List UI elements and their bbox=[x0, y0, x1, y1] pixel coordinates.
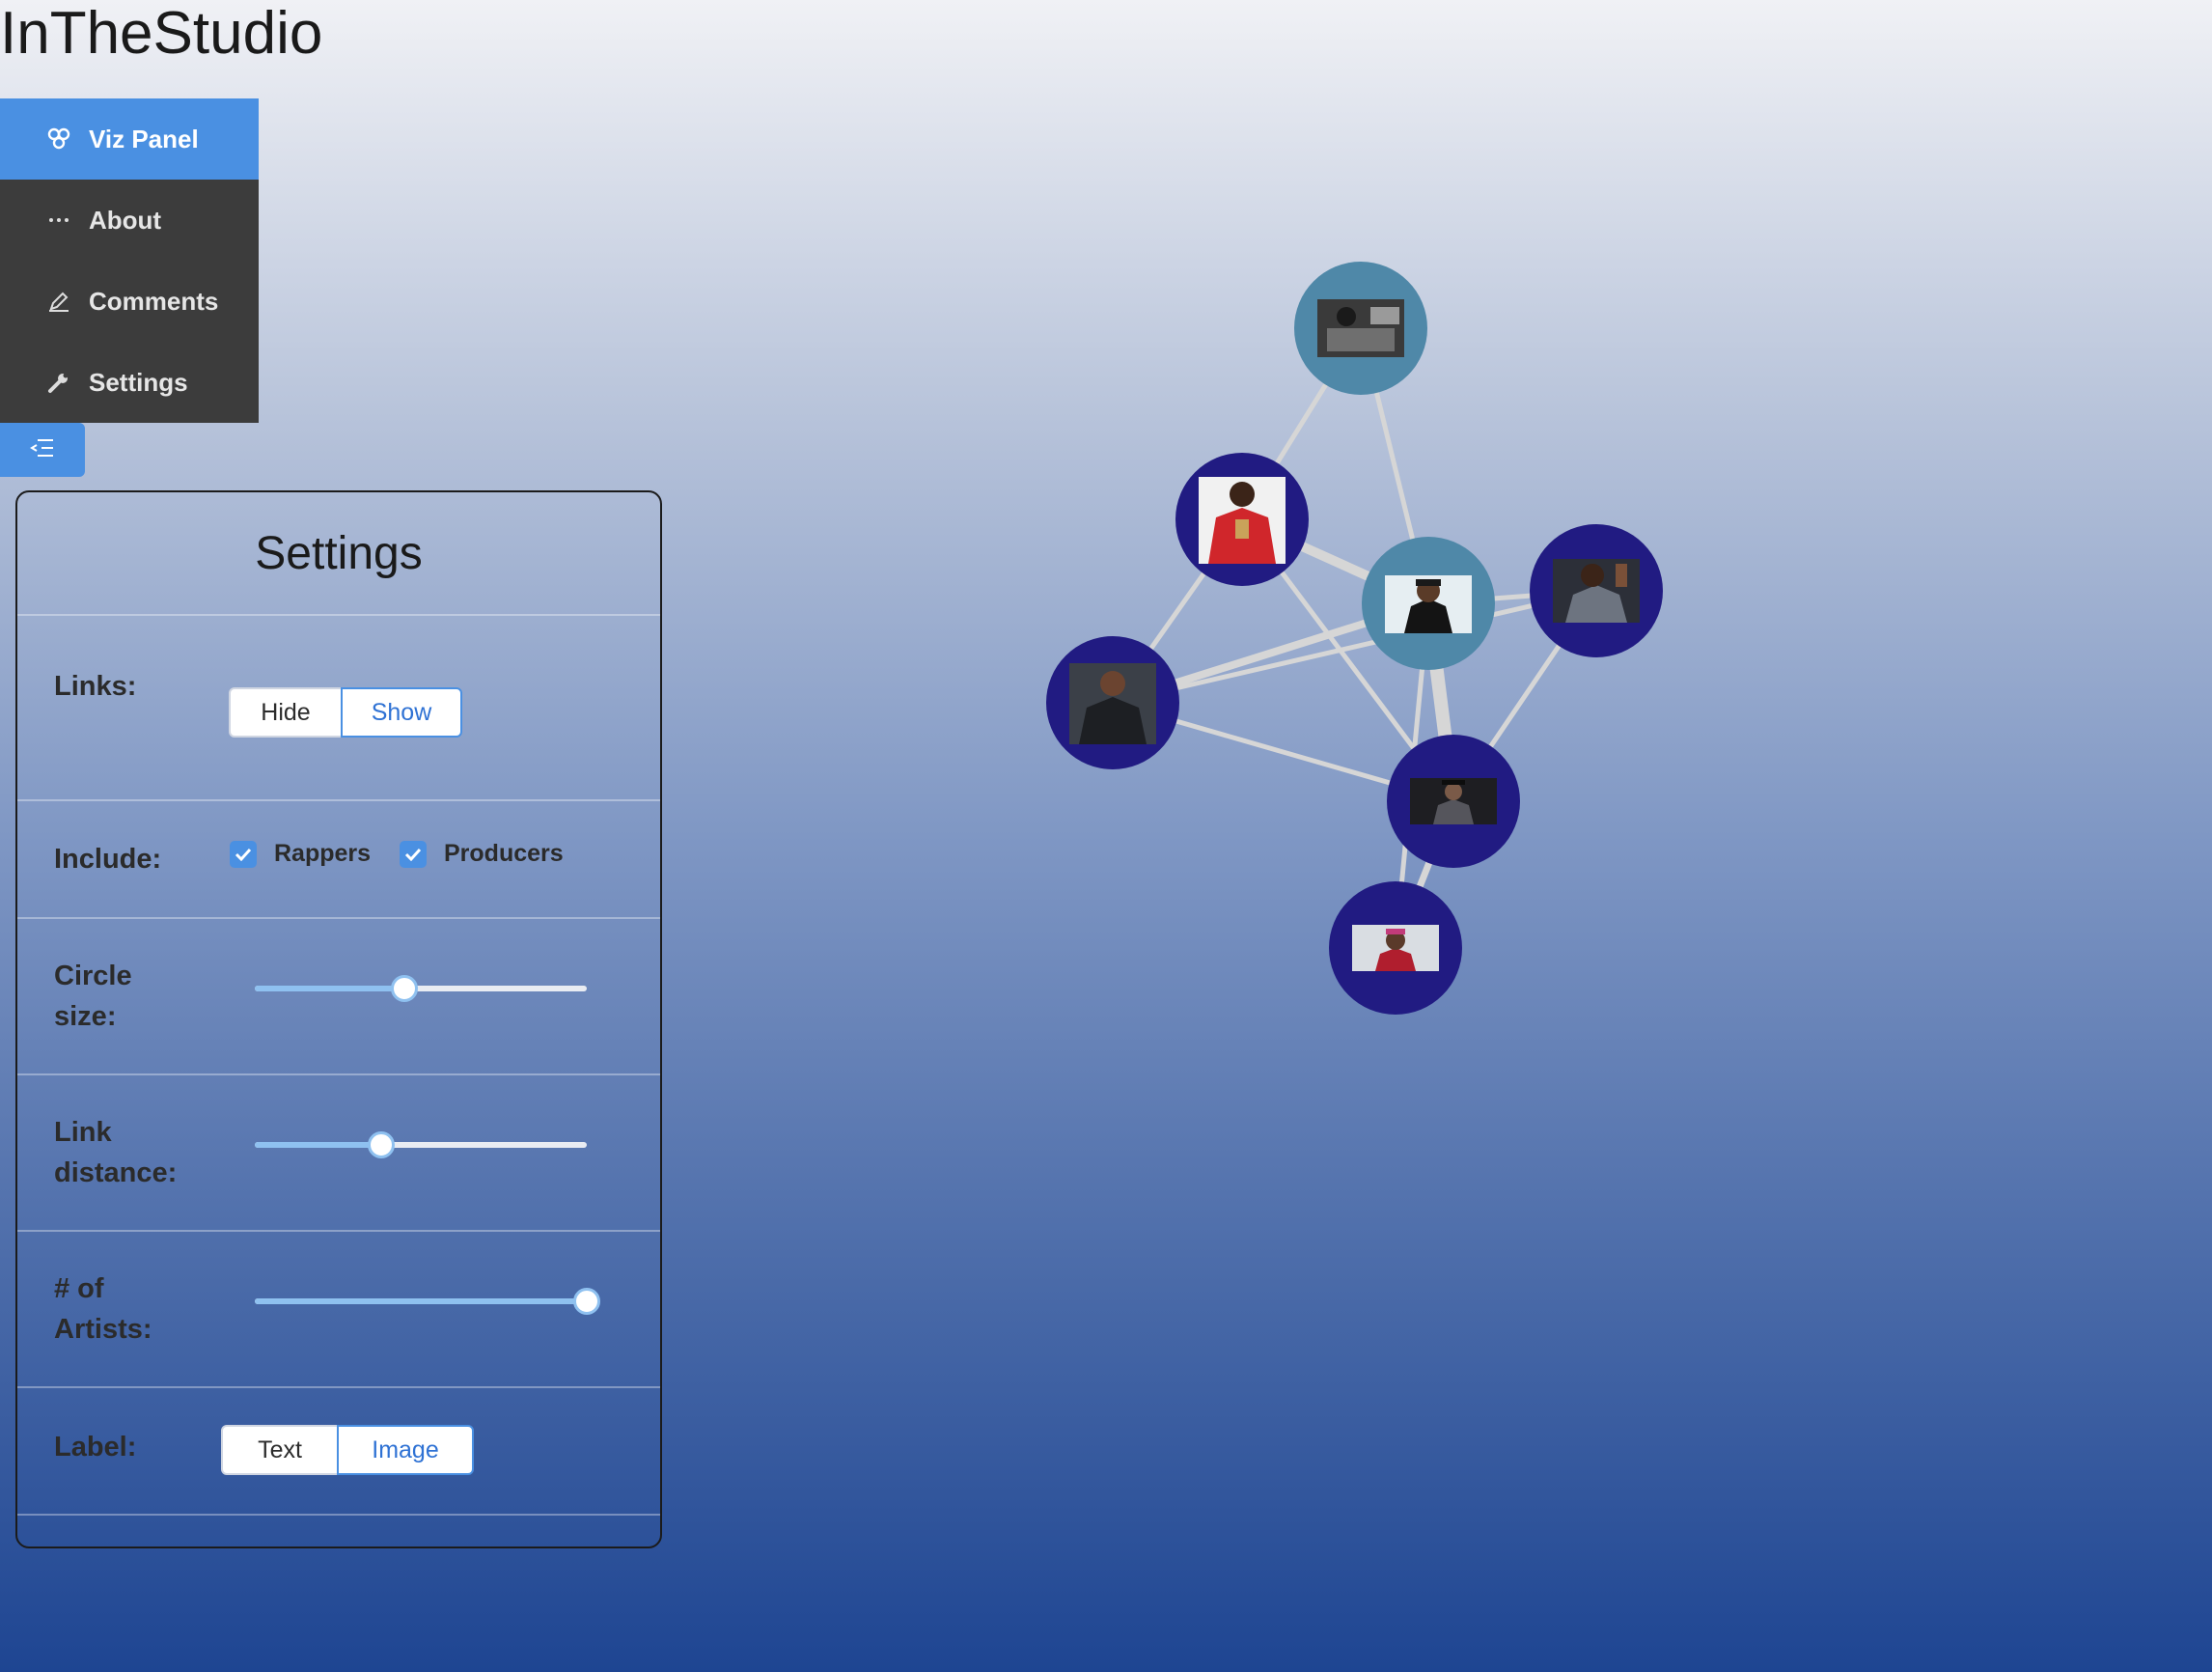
graph-node-producer[interactable] bbox=[1362, 537, 1495, 670]
graph-node-rapper[interactable] bbox=[1046, 636, 1179, 769]
graph-node-producer[interactable] bbox=[1294, 262, 1427, 395]
graph-link bbox=[1110, 588, 1599, 706]
graph-links bbox=[1109, 325, 1599, 952]
artist-network-graph bbox=[1046, 262, 1663, 1015]
graph-node-rapper[interactable] bbox=[1530, 524, 1663, 657]
graph-node-rapper[interactable] bbox=[1387, 735, 1520, 868]
graph-node-rapper[interactable] bbox=[1329, 881, 1462, 1015]
graph-node-rapper[interactable] bbox=[1175, 453, 1309, 586]
